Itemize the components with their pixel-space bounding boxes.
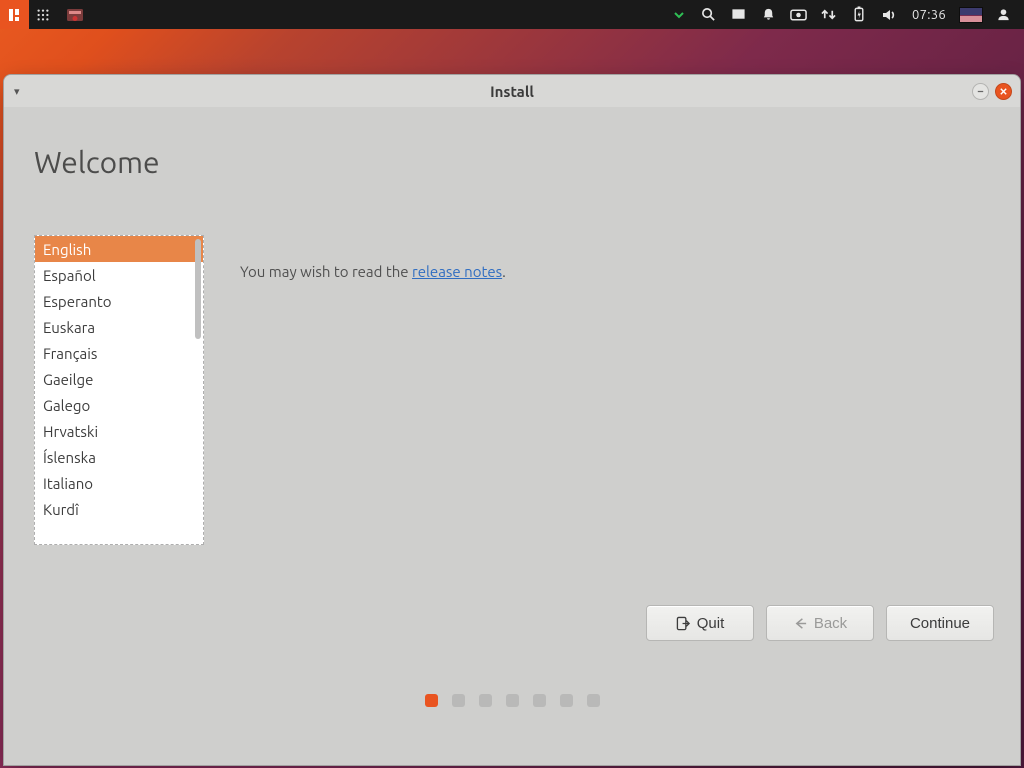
notes-suffix: . (502, 263, 506, 280)
keyboard-layout-flag[interactable] (960, 0, 982, 29)
language-list-scrollbar[interactable] (195, 239, 201, 339)
wizard-progress-dots (4, 694, 1020, 707)
quit-button[interactable]: Quit (646, 605, 754, 641)
notes-prefix: You may wish to read the (240, 263, 412, 280)
chevron-down-icon[interactable] (670, 0, 688, 29)
language-option[interactable]: Euskara (35, 314, 203, 340)
volume-icon[interactable] (880, 0, 898, 29)
user-icon[interactable] (994, 0, 1012, 29)
release-notes-link[interactable]: release notes (412, 263, 502, 280)
search-icon[interactable] (700, 0, 718, 29)
wizard-step-dot (587, 694, 600, 707)
network-up-down-icon[interactable] (820, 0, 838, 29)
exit-icon (676, 616, 691, 631)
back-button[interactable]: Back (766, 605, 874, 641)
minimize-button[interactable] (972, 83, 989, 100)
language-option[interactable]: Esperanto (35, 288, 203, 314)
distro-launcher-icon[interactable] (0, 0, 29, 29)
window-menu-arrow-icon[interactable]: ▾ (4, 85, 30, 98)
install-window: ▾ Install Welcome EnglishEspañolEsperant… (3, 74, 1021, 766)
back-button-label: Back (814, 615, 847, 632)
bell-icon[interactable] (760, 0, 778, 29)
language-list[interactable]: EnglishEspañolEsperantoEuskaraFrançaisGa… (34, 235, 204, 545)
taskbar-app-icon[interactable] (61, 0, 89, 29)
wizard-button-row: Quit Back Continue (646, 605, 994, 641)
language-option[interactable]: Hrvatski (35, 418, 203, 444)
language-option[interactable]: English (35, 236, 203, 262)
battery-icon[interactable] (850, 0, 868, 29)
release-notes-text: You may wish to read the release notes. (240, 235, 506, 280)
window-titlebar: ▾ Install (4, 75, 1020, 107)
system-top-bar: 07:36 (0, 0, 1024, 29)
app-grid-icon[interactable] (29, 0, 57, 29)
wizard-step-dot (425, 694, 438, 707)
language-option[interactable]: Italiano (35, 470, 203, 496)
language-option[interactable]: Íslenska (35, 444, 203, 470)
wizard-step-dot (533, 694, 546, 707)
camera-icon[interactable] (790, 0, 808, 29)
window-title: Install (4, 83, 1020, 100)
language-option[interactable]: Español (35, 262, 203, 288)
arrow-left-icon (793, 616, 808, 631)
wizard-step-dot (452, 694, 465, 707)
continue-button-label: Continue (910, 615, 970, 632)
page-heading: Welcome (34, 145, 994, 179)
workspace-icon[interactable] (730, 0, 748, 29)
wizard-step-dot (506, 694, 519, 707)
continue-button[interactable]: Continue (886, 605, 994, 641)
wizard-step-dot (560, 694, 573, 707)
close-button[interactable] (995, 83, 1012, 100)
wizard-step-dot (479, 694, 492, 707)
language-option[interactable]: Galego (35, 392, 203, 418)
language-option[interactable]: Français (35, 340, 203, 366)
language-option[interactable]: Kurdî (35, 496, 203, 522)
language-option[interactable]: Gaeilge (35, 366, 203, 392)
clock[interactable]: 07:36 (910, 8, 948, 22)
quit-button-label: Quit (697, 615, 725, 632)
